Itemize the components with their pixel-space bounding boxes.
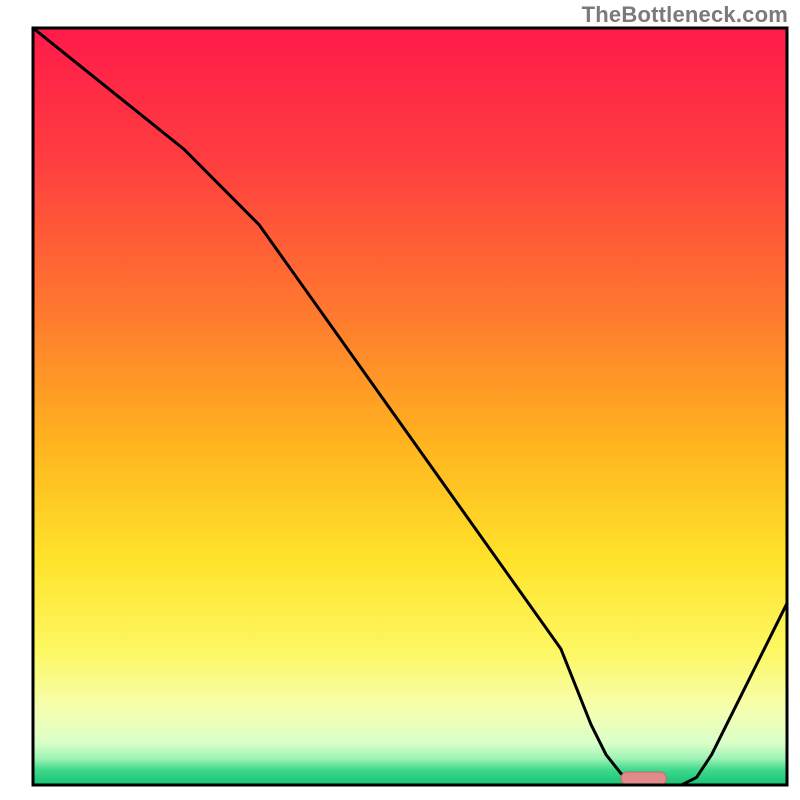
optimal-marker-bar	[621, 772, 666, 785]
plot-background	[33, 28, 787, 785]
watermark-text: TheBottleneck.com	[582, 2, 788, 28]
bottleneck-chart	[0, 0, 800, 800]
